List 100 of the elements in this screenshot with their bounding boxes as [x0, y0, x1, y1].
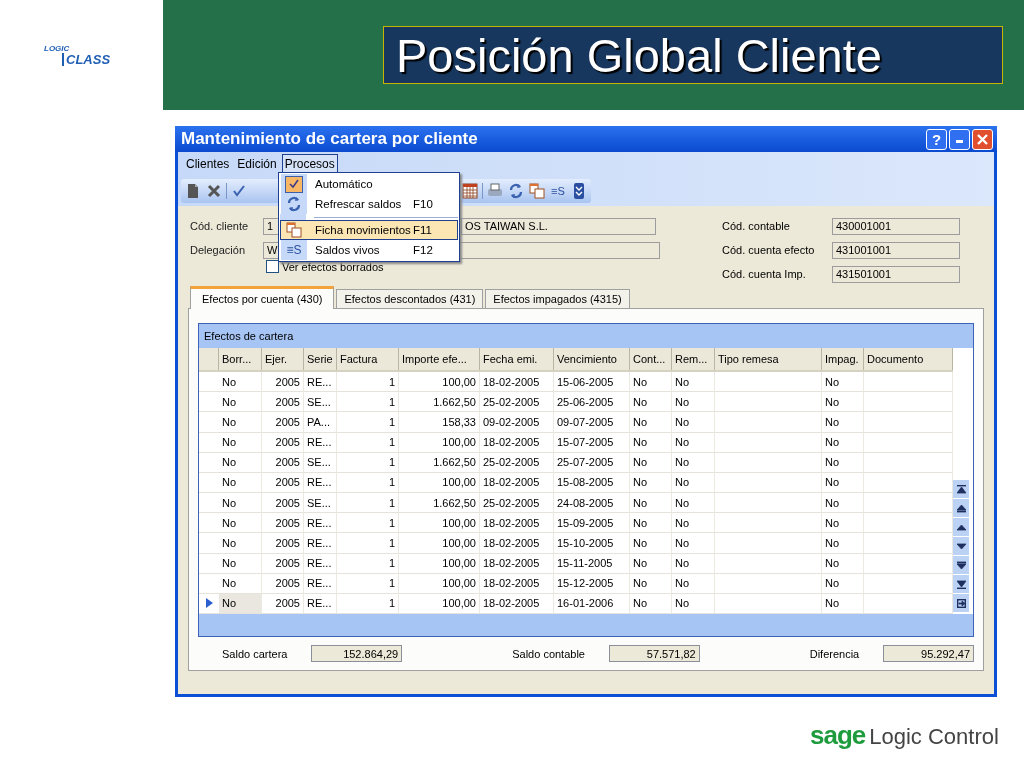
table-cell: No — [672, 553, 715, 574]
table-cell: 15-10-2005 — [554, 533, 630, 554]
close-icon — [977, 133, 988, 145]
total-field: 152.864,29 — [311, 645, 403, 663]
table-cell: 1 — [337, 392, 399, 413]
close-button[interactable] — [972, 128, 993, 150]
scroll-up-button[interactable] — [953, 518, 969, 536]
account-field[interactable]: 431501001 — [832, 265, 960, 283]
menu-option[interactable]: ≡S Saldos vivos F12 — [280, 240, 458, 260]
first-page-icon — [956, 484, 966, 494]
table-cell: No — [630, 573, 672, 594]
column-header[interactable]: Impag. — [822, 348, 864, 370]
table-cell: 100,00 — [399, 432, 480, 453]
table-cell: No — [219, 513, 262, 534]
calendar-icon[interactable] — [462, 183, 478, 199]
table-cell: No — [822, 513, 864, 534]
last-page-button[interactable] — [953, 575, 969, 593]
document-icon[interactable] — [185, 183, 201, 199]
tab[interactable]: Efectos impagados (4315) — [485, 289, 630, 308]
checkmark-icon[interactable] — [231, 183, 247, 199]
menu-item[interactable]: Procesos — [281, 154, 338, 174]
table-cell: 100,00 — [399, 593, 480, 615]
printer-icon[interactable] — [487, 183, 503, 199]
column-header[interactable]: Factura — [337, 348, 399, 370]
account-field[interactable]: 431001001 — [832, 241, 960, 259]
table-cell: No — [822, 533, 864, 554]
table-cell: 100,00 — [399, 372, 480, 393]
balance-button[interactable]: ≡S — [549, 185, 567, 197]
checkbox[interactable] — [266, 260, 279, 273]
table-cell: No — [672, 513, 715, 534]
table-cell: 1.662,50 — [399, 392, 480, 413]
column-header[interactable]: Borr... — [219, 348, 262, 370]
table-cell: 1 — [337, 412, 399, 433]
tab[interactable]: Efectos descontados (431) — [336, 289, 484, 308]
tab[interactable]: Efectos por cuenta (430) — [190, 286, 335, 309]
balance-icon: ≡S — [286, 243, 302, 257]
table-cell: 100,00 — [399, 472, 480, 493]
table-cell: No — [219, 573, 262, 594]
table-cell: 25-02-2005 — [480, 493, 554, 514]
menu-option[interactable]: Automático — [280, 174, 458, 194]
menu-option[interactable]: Ficha movimientos F11 — [280, 220, 458, 240]
minimize-button[interactable] — [949, 128, 970, 150]
table-cell: No — [822, 573, 864, 594]
table-cell: 25-02-2005 — [480, 392, 554, 413]
help-button[interactable]: ? — [926, 128, 947, 150]
column-header[interactable]: Tipo remesa — [715, 348, 822, 370]
column-header[interactable]: Ejer. — [262, 348, 304, 370]
page-down-icon — [956, 560, 966, 570]
table-cell: 1.662,50 — [399, 493, 480, 514]
refresh-icon[interactable] — [508, 183, 524, 199]
table-cell: No — [630, 372, 672, 393]
table-cell: No — [672, 493, 715, 514]
page-up-button[interactable] — [953, 499, 969, 517]
table-cell: 2005 — [262, 593, 304, 615]
table-cell: No — [822, 432, 864, 453]
table-cell: 100,00 — [399, 553, 480, 574]
first-page-button[interactable] — [953, 480, 969, 498]
go-to-button[interactable] — [953, 594, 969, 612]
table-cell: No — [630, 493, 672, 514]
table-cell: No — [630, 533, 672, 554]
table-cell: No — [822, 452, 864, 473]
menu-item[interactable]: Edición — [234, 154, 280, 174]
menu-option[interactable]: Refrescar saldos F10 — [280, 194, 458, 214]
page-down-button[interactable] — [953, 556, 969, 574]
table-cell: 2005 — [262, 533, 304, 554]
table-cell: No — [672, 372, 715, 393]
table-cell: 1 — [337, 472, 399, 493]
column-header[interactable]: Importe efe... — [399, 348, 480, 370]
table-cell: 2005 — [262, 472, 304, 493]
column-header[interactable]: Serie — [304, 348, 337, 370]
column-header[interactable]: Fecha emi. — [480, 348, 554, 370]
field-label: Cód. contable — [722, 220, 791, 232]
menu-item[interactable]: Clientes — [183, 154, 233, 174]
delete-icon[interactable] — [206, 183, 222, 199]
client-name-field[interactable]: OS TAIWAN S.L. — [461, 217, 656, 235]
table-cell: No — [219, 432, 262, 453]
scroll-down-icon — [956, 541, 966, 551]
scroll-up-icon — [956, 522, 966, 532]
table-cell: No — [672, 432, 715, 453]
table-cell: No — [630, 412, 672, 433]
table-cell: 1 — [337, 513, 399, 534]
table-cell: 09-07-2005 — [554, 412, 630, 433]
table-cell: PA... — [304, 412, 337, 433]
column-header[interactable]: Rem... — [672, 348, 715, 370]
table-cell: 100,00 — [399, 573, 480, 594]
total-field: 95.292,47 — [883, 645, 974, 663]
account-field[interactable]: 430001001 — [832, 217, 960, 235]
table-cell: SE... — [304, 452, 337, 473]
table-cell: RE... — [304, 372, 337, 393]
row-pointer-icon — [205, 598, 213, 609]
column-header[interactable]: Cont... — [630, 348, 672, 370]
table-cell: RE... — [304, 553, 337, 574]
total-field: 57.571,82 — [608, 645, 700, 663]
copy-icon[interactable] — [529, 183, 545, 199]
table-cell: RE... — [304, 472, 337, 493]
scroll-down-button[interactable] — [953, 537, 969, 555]
table-cell: 1 — [337, 573, 399, 594]
column-header[interactable]: Vencimiento — [554, 348, 630, 370]
table-cell: 18-02-2005 — [480, 432, 554, 453]
table-cell: No — [219, 493, 262, 514]
